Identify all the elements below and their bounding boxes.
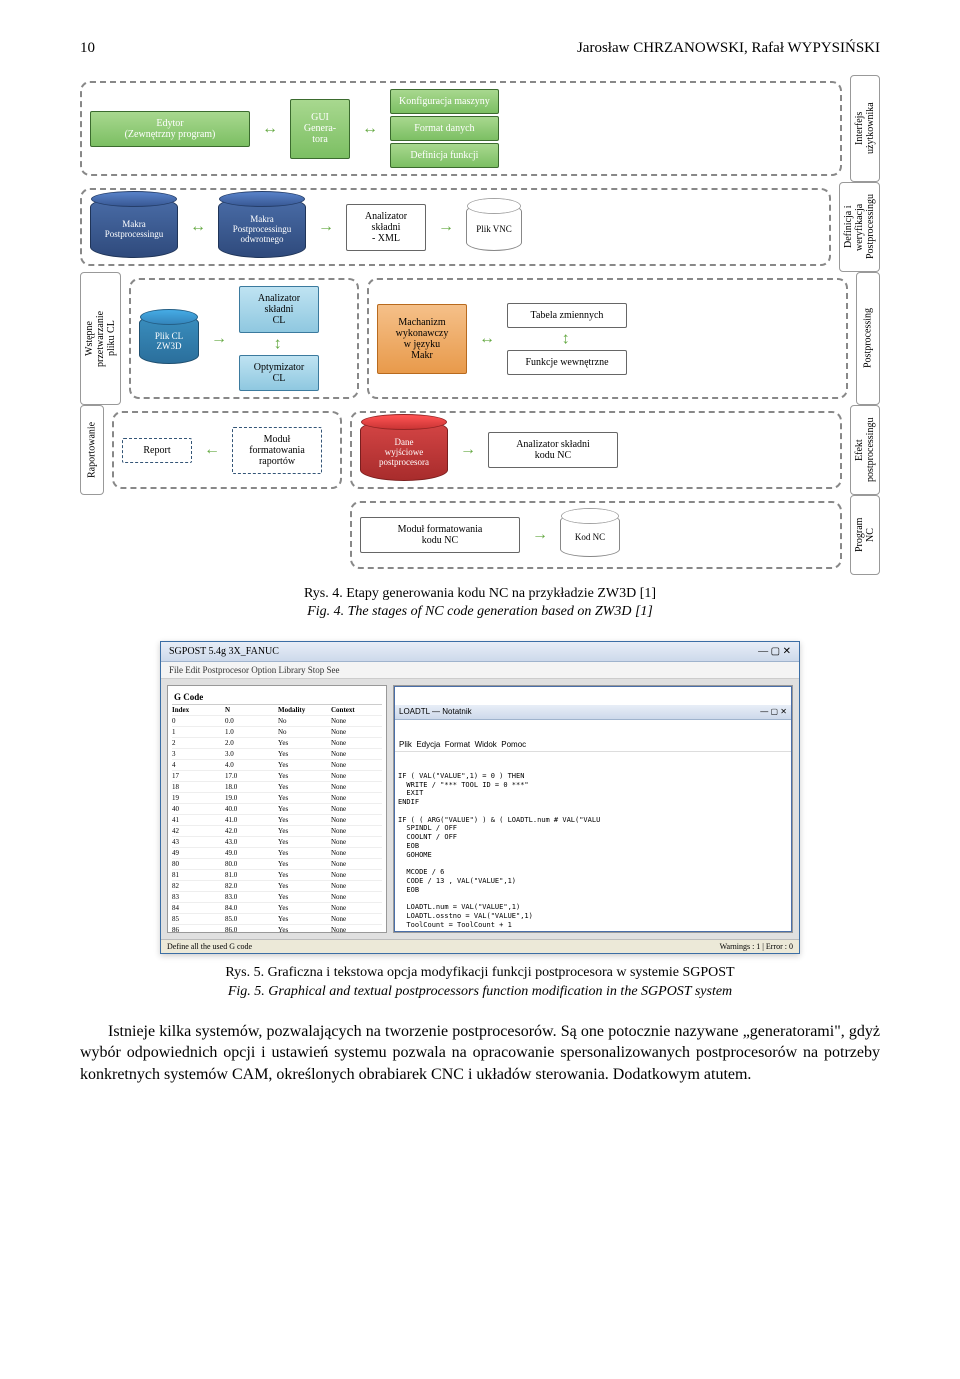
header-authors: Jarosław CHRZANOWSKI, Rafał WYPYSIŃSKI <box>577 40 880 57</box>
window-title: SGPOST 5.4g 3X_FANUC <box>169 646 279 657</box>
box-funkcje: Funkcje wewnętrzne <box>507 350 627 375</box>
cyl-kod-nc: Kod NC <box>560 513 620 557</box>
notepad-panel: LOADTL — Notatnik — ▢ ✕ Plik Edycja Form… <box>393 685 793 933</box>
table-row: 33.0YesNone <box>172 749 382 760</box>
box-analizator-xml: Analizator składni - XML <box>346 204 426 251</box>
label-program-nc: Program NC <box>850 495 880 575</box>
table-row: 4040.0YesNone <box>172 804 382 815</box>
label-postprocessing: Postprocessing <box>856 272 880 405</box>
table-row: 8383.0YesNone <box>172 892 382 903</box>
table-header: Index N Modality Context <box>172 705 382 716</box>
arrow-icon: → <box>316 218 336 236</box>
table-row: 1818.0YesNone <box>172 782 382 793</box>
figure-5-caption: Rys. 5. Graficzna i tekstowa opcja modyf… <box>80 964 880 1000</box>
box-analizator-cl: Analizator składni CL <box>239 286 319 333</box>
caption-en: Fig. 4. The stages of NC code generation… <box>80 603 880 621</box>
arrow-icon: → <box>436 218 456 236</box>
box-format: Format danych <box>390 116 499 141</box>
table-row: 00.0NoNone <box>172 716 382 727</box>
table-row: 4343.0YesNone <box>172 837 382 848</box>
window-controls-icon: — ▢ ✕ <box>758 646 791 657</box>
table-row: 8181.0YesNone <box>172 870 382 881</box>
gcode-panel: G Code Index N Modality Context 00.0NoNo… <box>167 685 387 933</box>
caption-pl: Rys. 5. Graficzna i tekstowa opcja modyf… <box>80 964 880 982</box>
label-raportowanie: Raportowanie <box>80 405 104 495</box>
sgpost-screenshot: SGPOST 5.4g 3X_FANUC — ▢ ✕ File Edit Pos… <box>160 641 800 954</box>
notepad-code: IF ( VAL("VALUE",1) = 0 ) THEN WRITE / "… <box>398 772 788 933</box>
arrow-icon: → <box>458 441 478 459</box>
arrow-icon: ↔ <box>360 120 380 138</box>
box-modul-rap: Moduł formatowania raportów <box>232 427 322 474</box>
page-number: 10 <box>80 40 95 57</box>
status-left: Define all the used G code <box>167 942 252 951</box>
caption-en: Fig. 5. Graphical and textual postproces… <box>80 983 880 1001</box>
table-row: 8585.0YesNone <box>172 914 382 925</box>
menubar: File Edit Postprocesor Option Library St… <box>161 662 799 679</box>
table-body: 00.0NoNone11.0NoNone22.0YesNone33.0YesNo… <box>172 716 382 933</box>
box-mechanizm: Machanizm wykonawczy w języku Makr <box>377 304 467 374</box>
box-report: Report <box>122 438 192 463</box>
status-right: Warnings : 1 | Error : 0 <box>720 942 793 951</box>
label-interface: Interfejs użytkownika <box>850 75 880 182</box>
cyl-plik-cl: Plik CL ZW3D <box>139 314 199 364</box>
notepad-menu: Plik Edycja Format Widok Pomoc <box>395 739 791 752</box>
box-modul-nc: Moduł formatowania kodu NC <box>360 517 520 553</box>
box-def: Definicja funkcji <box>390 143 499 168</box>
box-analizator-nc: Analizator składni kodu NC <box>488 432 618 468</box>
table-row: 8080.0YesNone <box>172 859 382 870</box>
table-row: 44.0YesNone <box>172 760 382 771</box>
table-row: 11.0NoNone <box>172 727 382 738</box>
notepad-title: LOADTL — Notatnik <box>399 707 472 717</box>
box-tabela: Tabela zmiennych <box>507 303 627 328</box>
caption-pl: Rys. 4. Etapy generowania kodu NC na prz… <box>80 585 880 603</box>
arrow-icon: ↔ <box>270 334 288 354</box>
cyl-makra: Makra Postprocessingu <box>90 196 178 258</box>
table-row: 8686.0YesNone <box>172 925 382 933</box>
arrow-icon: → <box>530 526 550 544</box>
body-paragraph: Istnieje kilka systemów, pozwalających n… <box>80 1021 880 1086</box>
arrow-icon: ↔ <box>477 330 497 348</box>
table-row: 4242.0YesNone <box>172 826 382 837</box>
table-row: 4141.0YesNone <box>172 815 382 826</box>
figure-4-caption: Rys. 4. Etapy generowania kodu NC na prz… <box>80 585 880 621</box>
arrow-icon: ↔ <box>188 218 208 236</box>
table-row: 1717.0YesNone <box>172 771 382 782</box>
window-controls-icon: — ▢ ✕ <box>760 707 787 717</box>
box-editor: Edytor (Zewnętrzny program) <box>90 111 250 147</box>
label-wstepne: Wstępne przetwarzanie pliku CL <box>80 272 121 405</box>
table-row: 22.0YesNone <box>172 738 382 749</box>
architecture-diagram: Edytor (Zewnętrzny program) ↔ GUI Genera… <box>80 75 880 575</box>
arrow-icon: ← <box>202 441 222 459</box>
table-row: 8484.0YesNone <box>172 903 382 914</box>
table-row: 1919.0YesNone <box>172 793 382 804</box>
box-gui: GUI Genera- tora <box>290 99 350 159</box>
box-optym: Optymizator CL <box>239 355 319 391</box>
table-row: 8282.0YesNone <box>172 881 382 892</box>
label-efekt: Efekt postprocessingu <box>850 405 880 495</box>
arrow-icon: ↔ <box>260 120 280 138</box>
cyl-makra-odw: Makra Postprocessingu odwrotnego <box>218 196 306 258</box>
arrow-icon: ↔ <box>558 329 576 349</box>
table-row: 4949.0YesNone <box>172 848 382 859</box>
label-definicja: Definicja i weryfikacja Postprocessingu <box>839 182 880 272</box>
cyl-dane: Dane wyjściowe postprocesora <box>360 419 448 481</box>
panel-title: G Code <box>172 690 382 705</box>
arrow-icon: → <box>209 330 229 348</box>
box-config: Konfiguracja maszyny <box>390 89 499 114</box>
cyl-vnc: Plik VNC <box>466 203 522 251</box>
